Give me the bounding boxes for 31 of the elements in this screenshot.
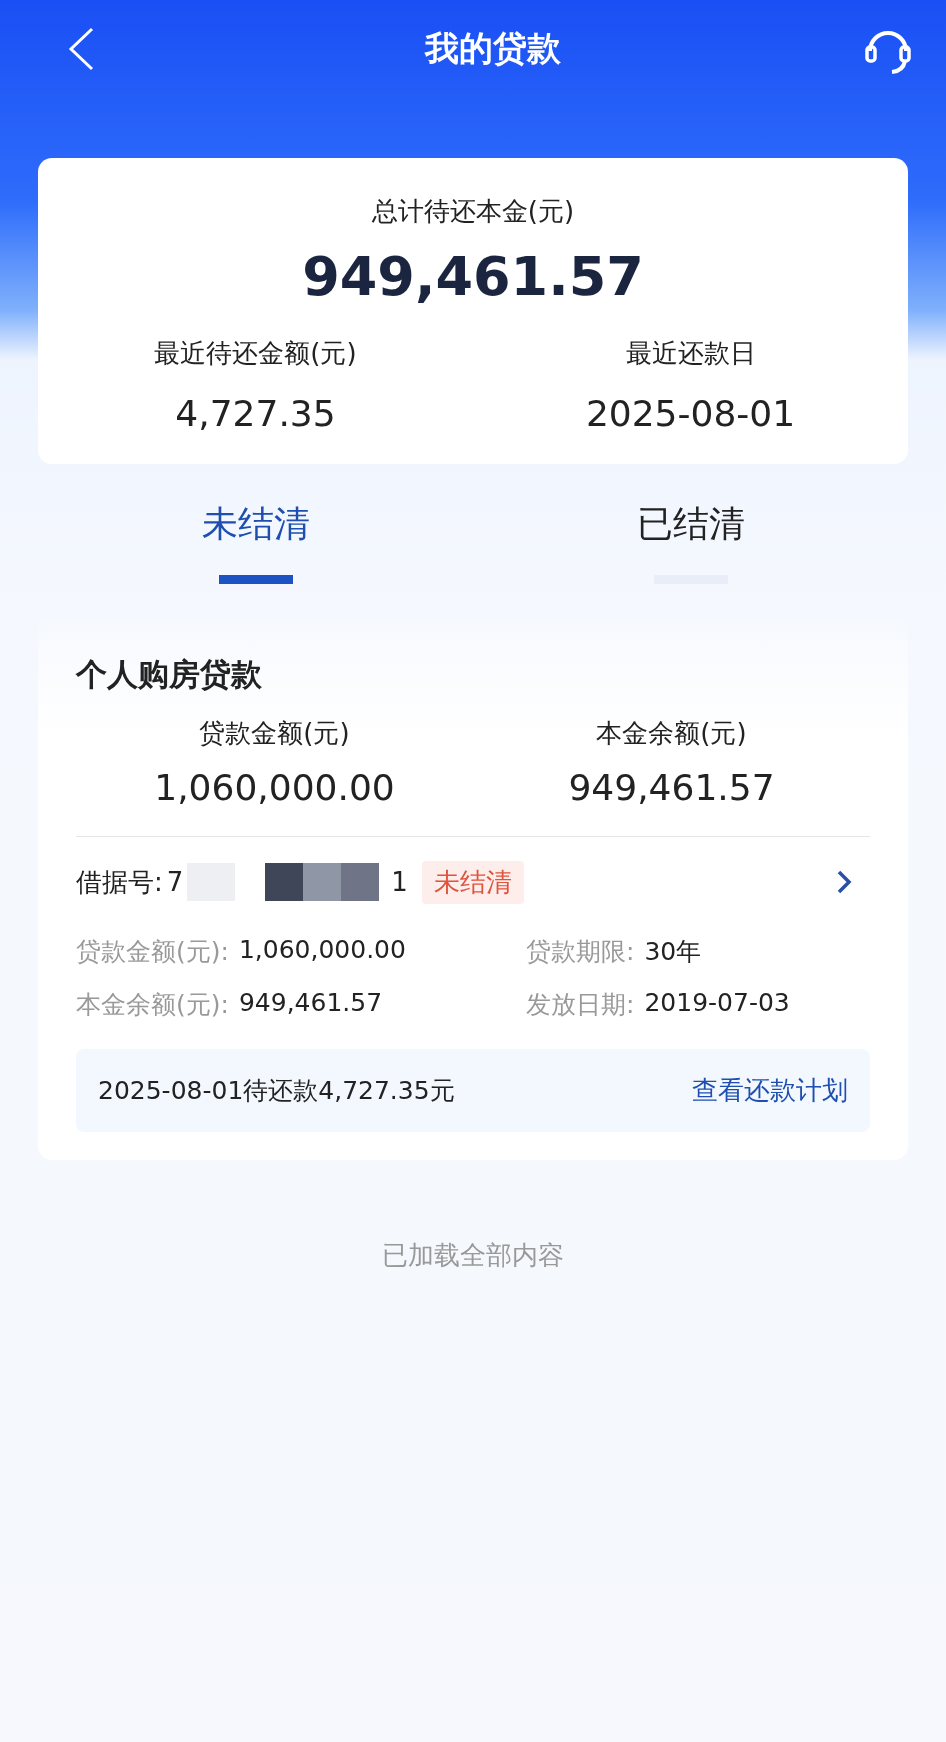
detail-value: 949,461.57: [238, 988, 383, 1019]
status-badge: 未结清: [421, 860, 524, 904]
detail-label: 贷款金额(元):: [76, 936, 229, 968]
total-principal-label: 总计待还本金(元): [371, 195, 575, 228]
summary-label: 最近还款日: [625, 337, 756, 370]
loan-title: 个人购房贷款: [76, 655, 263, 694]
detail-label: 本金余额(元):: [76, 989, 229, 1021]
detail-value: 30年: [644, 936, 702, 968]
total-principal-amount: 949,461.57: [302, 245, 644, 308]
loan-number-label: 借据号:: [76, 865, 163, 899]
amount-label: 贷款金额(元): [199, 717, 350, 750]
summary-value: 4,727.35: [175, 393, 336, 434]
summary-label: 最近待还金额(元): [154, 337, 357, 370]
loan-number-fragment: 7: [166, 867, 184, 897]
summary-value: 2025-08-01: [585, 393, 796, 434]
due-notice: 2025-08-01待还款4,727.35元: [98, 1075, 455, 1107]
page-title: 我的贷款: [425, 27, 561, 70]
back-icon[interactable]: [68, 27, 94, 71]
tab[interactable]: 已结清: [473, 490, 908, 594]
chevron-right-icon[interactable]: [836, 869, 852, 895]
loan-number-fragment: 1: [391, 867, 408, 897]
amount-value: 949,461.57: [568, 767, 775, 808]
detail-value: 2019-07-03: [644, 988, 790, 1019]
repayment-plan-link[interactable]: 查看还款计划: [692, 1073, 848, 1108]
amount-value: 1,060,000.00: [154, 767, 395, 808]
tab[interactable]: 未结清: [38, 490, 473, 594]
detail-label: 贷款期限:: [526, 936, 635, 968]
end-of-list-text: 已加载全部内容: [381, 1239, 565, 1272]
amount-label: 本金余额(元): [596, 717, 747, 750]
detail-label: 发放日期:: [526, 989, 635, 1021]
detail-value: 1,060,000.00: [238, 935, 406, 966]
